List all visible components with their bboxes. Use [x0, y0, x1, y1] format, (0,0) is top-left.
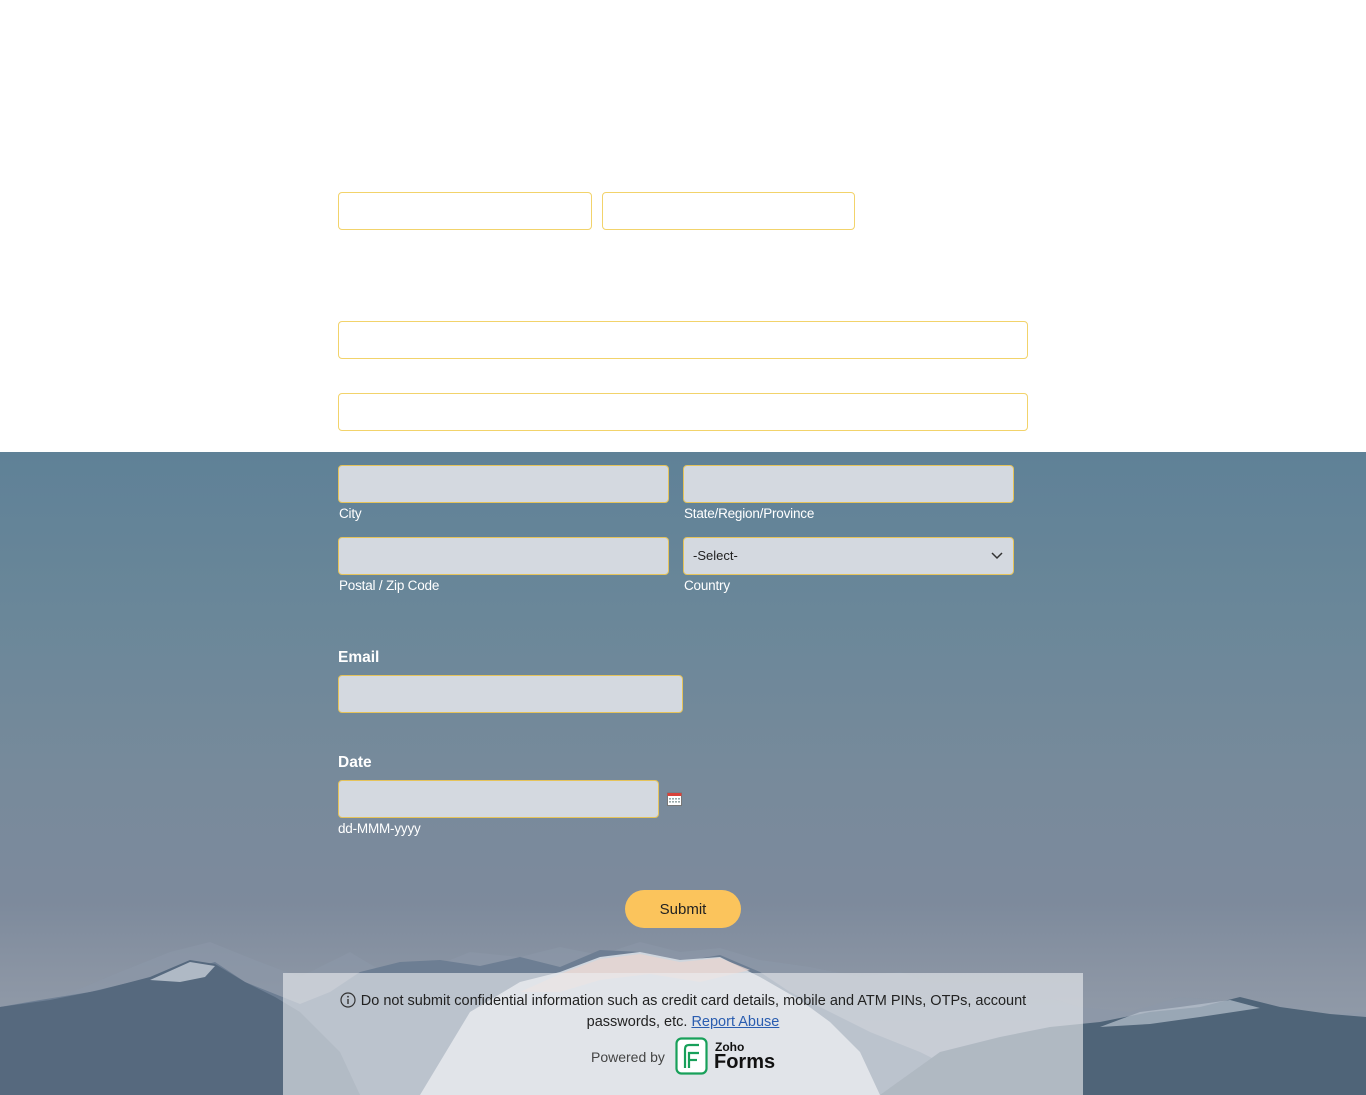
city-input[interactable]	[338, 465, 669, 503]
last-name-input[interactable]	[602, 192, 855, 230]
country-select-value: -Select-	[693, 548, 738, 563]
email-label: Email	[338, 649, 380, 666]
zoho-forms-logo-icon[interactable]	[675, 1037, 711, 1075]
address-line2-input[interactable]	[338, 393, 1028, 431]
first-name-input[interactable]	[338, 192, 592, 230]
powered-by-text: Powered by	[591, 1049, 665, 1065]
confidential-notice: Do not submit confidential information s…	[333, 991, 1033, 1033]
postal-code-label: Postal / Zip Code	[339, 578, 440, 593]
state-input[interactable]	[683, 465, 1014, 503]
submit-button[interactable]: Submit	[625, 890, 741, 928]
country-select[interactable]: -Select-	[683, 537, 1014, 575]
report-abuse-link[interactable]: Report Abuse	[691, 1014, 779, 1030]
zoho-brand-big: Forms	[714, 1051, 776, 1073]
email-input[interactable]	[338, 675, 683, 713]
postal-code-input[interactable]	[338, 537, 669, 575]
street-address-input[interactable]	[338, 321, 1028, 359]
date-format-hint: dd-MMM-yyyy	[338, 821, 421, 836]
info-icon	[340, 992, 356, 1008]
calendar-icon[interactable]	[667, 792, 682, 806]
chevron-down-icon	[991, 552, 1003, 560]
country-label: Country	[684, 578, 730, 593]
city-label: City	[339, 506, 362, 521]
date-input[interactable]	[338, 780, 659, 818]
date-label: Date	[338, 754, 372, 771]
footer-panel: Do not submit confidential information s…	[283, 973, 1083, 1095]
state-label: State/Region/Province	[684, 506, 815, 521]
